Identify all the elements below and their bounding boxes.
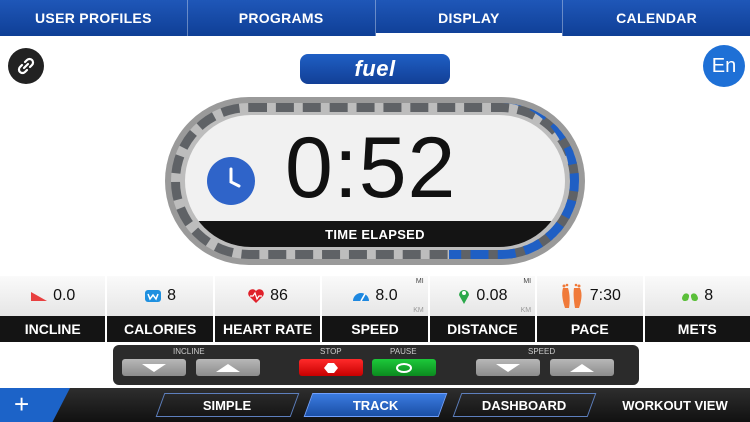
incline-down-button[interactable]: [122, 359, 186, 376]
tab-programs[interactable]: PROGRAMS: [188, 0, 376, 36]
metric-speed: MI 8.0 KM SPEED: [322, 276, 430, 342]
chevron-down-icon: [496, 363, 520, 372]
speed-control-label: SPEED: [528, 347, 556, 356]
elapsed-time-value: 0:52: [285, 120, 457, 216]
metric-pace: 7:30 PACE: [537, 276, 645, 342]
distance-icon: [459, 290, 470, 304]
unit-mi[interactable]: MI: [416, 278, 424, 285]
brand-logo: fuel: [300, 54, 450, 84]
speed-icon: [353, 293, 370, 302]
link-button[interactable]: [8, 48, 44, 84]
elapsed-time-label: TIME ELAPSED: [185, 221, 565, 247]
chevron-up-icon: [570, 363, 594, 372]
metric-label: PACE: [537, 316, 643, 342]
timer-panel: 0:52 TIME ELAPSED: [185, 115, 565, 247]
metric-heart-rate: 86 HEART RATE: [214, 276, 323, 342]
tab-calendar[interactable]: CALENDAR: [563, 0, 750, 36]
pause-label: PAUSE: [390, 347, 417, 356]
clock-icon: [207, 157, 255, 205]
metric-label: INCLINE: [0, 316, 106, 342]
metric-incline: 0.0 INCLINE: [0, 276, 108, 342]
plus-icon: +: [14, 389, 30, 419]
metric-calories: 8 CALORIES: [107, 276, 215, 342]
tab-display[interactable]: DISPLAY: [375, 0, 564, 36]
heart-rate-icon: [248, 289, 264, 303]
calories-icon: [145, 290, 162, 302]
speed-up-button[interactable]: [550, 359, 614, 376]
metric-value: 7:30: [589, 287, 621, 304]
track-display: 0:52 TIME ELAPSED: [165, 97, 585, 265]
mets-icon: [682, 290, 699, 302]
metric-value: 0.0: [53, 287, 76, 304]
pause-icon: [396, 362, 412, 373]
unit-km[interactable]: KM: [413, 307, 424, 314]
workout-view-button[interactable]: WORKOUT VIEW: [610, 388, 740, 422]
metric-value: 8: [704, 287, 714, 304]
incline-control-label: INCLINE: [173, 347, 205, 356]
tab-user-profiles[interactable]: USER PROFILES: [0, 0, 188, 36]
metrics-row: 0.0 INCLINE 8 CALORIES 86 HEART RATE MI: [0, 276, 750, 342]
unit-mi[interactable]: MI: [523, 278, 531, 285]
stop-label: STOP: [320, 347, 342, 356]
language-button[interactable]: En: [703, 45, 745, 87]
chevron-up-icon: [216, 363, 240, 372]
control-panel: INCLINE STOP PAUSE SPEED: [113, 345, 639, 385]
metric-distance: MI 0.08 KM DISTANCE: [429, 276, 538, 342]
metric-value: 8.0: [375, 287, 398, 304]
stop-icon: [324, 362, 338, 373]
dashboard-view-button[interactable]: DASHBOARD: [452, 393, 597, 417]
pause-button[interactable]: [372, 359, 436, 376]
top-navigation: USER PROFILES PROGRAMS DISPLAY CALENDAR: [0, 0, 750, 36]
unit-km[interactable]: KM: [521, 307, 532, 314]
metric-value: 0.08: [476, 287, 508, 304]
pace-icon: [561, 283, 582, 308]
metric-label: METS: [644, 316, 750, 342]
incline-icon: [31, 292, 48, 301]
stop-button[interactable]: [299, 359, 363, 376]
metric-value: 8: [167, 287, 177, 304]
incline-up-button[interactable]: [196, 359, 260, 376]
bottom-bar: + SIMPLE TRACK DASHBOARD WORKOUT VIEW: [0, 388, 750, 422]
metric-label: DISTANCE: [429, 316, 536, 342]
metric-label: SPEED: [322, 316, 428, 342]
metric-label: HEART RATE: [214, 316, 321, 342]
simple-view-button[interactable]: SIMPLE: [155, 393, 300, 417]
speed-down-button[interactable]: [476, 359, 540, 376]
add-button[interactable]: +: [0, 388, 70, 422]
metric-label: CALORIES: [107, 316, 213, 342]
link-icon: [17, 57, 35, 75]
track-view-button[interactable]: TRACK: [303, 393, 448, 417]
chevron-down-icon: [142, 363, 166, 372]
metric-value: 86: [270, 287, 288, 304]
metric-mets: 8 METS: [644, 276, 750, 342]
